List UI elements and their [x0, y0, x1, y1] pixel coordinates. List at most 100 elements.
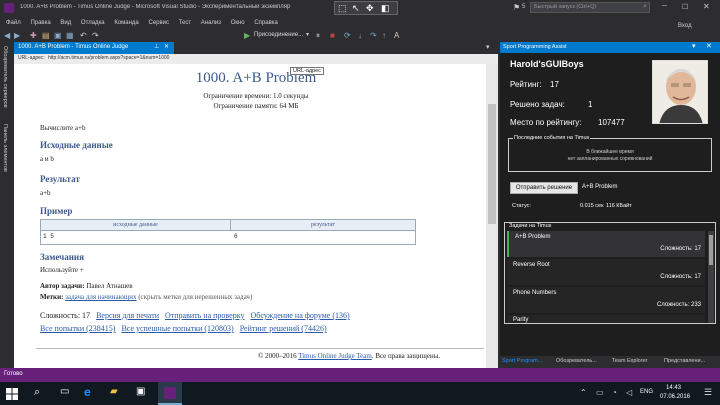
tasks-scroll-thumb[interactable] [709, 235, 713, 265]
submit-solution-button[interactable]: Отправить решение [510, 182, 578, 194]
panel-close-icon[interactable]: ✕ [706, 42, 712, 50]
notifications-icon[interactable]: ☰ [704, 387, 712, 398]
new-project-icon[interactable]: ✚ [30, 31, 37, 40]
minimize-button[interactable]: ─ [662, 3, 667, 10]
menu-edit[interactable]: Правка [30, 16, 50, 30]
stop-icon[interactable]: ■ [330, 31, 335, 40]
tasks-box: Задачи на Timus A+B Problem Сложность: 1… [504, 222, 716, 324]
store-icon[interactable]: ▣ [136, 386, 145, 397]
submit-link[interactable]: Отправить на проверку [165, 311, 244, 320]
pin-icon[interactable]: ⊥ [154, 43, 159, 50]
undo-icon[interactable]: ↶ [80, 31, 87, 40]
status-time: 0.015 сек [580, 203, 604, 209]
redo-icon[interactable]: ↷ [92, 31, 99, 40]
battery-icon[interactable]: ▭ [596, 388, 604, 397]
toolbar: ◀ ▶ ✚ ▤ ▣ ▦ ↶ ↷ ▶ Присоединение... ▾ ⏸ ■… [0, 30, 720, 42]
menu-debug[interactable]: Отладка [81, 16, 105, 30]
rail-server-explorer[interactable]: Обозреватель серверов [2, 46, 8, 108]
panel-tab-explorer[interactable]: Обозреватель... [556, 358, 597, 364]
notes-text: Используйте + [40, 266, 84, 274]
tags-label: Метки: [40, 293, 64, 301]
windows-start-icon[interactable] [6, 387, 18, 400]
attach-button[interactable]: Присоединение... [254, 32, 303, 38]
quick-launch-input[interactable]: Быстрый запуск (Ctrl+Q) [534, 4, 596, 10]
forward-icon[interactable]: ▶ [14, 31, 20, 40]
language-indicator[interactable]: ENG [640, 389, 653, 395]
clock-time[interactable]: 14:43 [666, 385, 681, 391]
tag-link[interactable]: задача для начинающих [65, 293, 136, 301]
tray-people-icon[interactable]: ⌃ [580, 388, 587, 397]
step-into-icon[interactable]: ↓ [358, 31, 362, 40]
panel-tab-team[interactable]: Team Explorer [612, 358, 647, 364]
panel-menu-icon[interactable]: ▾ [692, 42, 696, 50]
break-all-icon[interactable]: ⏸ [316, 31, 320, 41]
rail-toolbox[interactable]: Панель элементов [2, 124, 8, 172]
restart-icon[interactable]: ⟳ [344, 31, 351, 40]
ranking-link[interactable]: Рейтинг решений (74426) [240, 324, 327, 333]
vs-taskbar-button[interactable] [158, 382, 182, 405]
sample-col-input: исходные данные [41, 220, 231, 231]
move-tool-icon[interactable]: ✥ [366, 3, 374, 14]
search-icon[interactable]: ⌕ [34, 386, 40, 399]
select-tool-icon[interactable]: ⬚ [338, 3, 347, 14]
pointer-tool-icon[interactable]: ↖ [352, 3, 360, 14]
tags-line: Метки: задача для начинающих (скрыть мет… [40, 293, 252, 301]
tab-close-icon[interactable]: ✕ [164, 43, 169, 50]
save-all-icon[interactable]: ▦ [66, 31, 74, 40]
menu-help[interactable]: Справка [254, 16, 278, 30]
address-input[interactable]: http://acm.timus.ru/problem.aspx?space=1… [48, 55, 169, 61]
back-icon[interactable]: ◀ [4, 31, 10, 40]
task-view-icon[interactable]: ▭ [60, 386, 69, 397]
edge-icon[interactable]: e [84, 385, 91, 399]
panel-tab-sport[interactable]: Sport Program... [502, 358, 542, 364]
menu-analyze[interactable]: Анализ [201, 16, 221, 30]
task-item[interactable]: Parity [507, 315, 705, 323]
explorer-icon[interactable]: ▰ [110, 386, 118, 397]
footer-divider [36, 348, 484, 349]
start-icon[interactable]: ▶ [244, 31, 250, 40]
taskbar: ⌕ ▭ e ▰ ▣ ⌃ ▭ ◔ ◁ ENG 14:43 07.06.2016 ☰ [0, 382, 720, 405]
notification-icon[interactable]: ⚑ [513, 3, 520, 12]
network-icon[interactable]: ◔ [612, 388, 617, 397]
address-bar: URL-адрес: http://acm.timus.ru/problem.a… [14, 54, 498, 64]
step-out-icon[interactable]: ↑ [382, 31, 386, 40]
task-item[interactable]: Phone Numbers Сложность: 233 [507, 287, 705, 313]
more-tool-icon[interactable]: ◧ [381, 3, 390, 14]
tasks-scrollbar[interactable] [708, 231, 714, 323]
tags-hide-link[interactable]: (скрыть метки для нерешенных задач) [138, 293, 252, 301]
menu-tools[interactable]: Сервис [148, 16, 169, 30]
clock-date[interactable]: 07.06.2016 [660, 394, 690, 400]
step-over-icon[interactable]: ↷ [370, 31, 377, 40]
maximize-button[interactable]: ☐ [682, 3, 688, 11]
dropdown-icon[interactable]: ▾ [306, 31, 309, 38]
quick-launch[interactable]: Быстрый запуск (Ctrl+Q) ⌕ [530, 2, 650, 13]
task-item[interactable]: A+B Problem Сложность: 17 [507, 231, 705, 257]
menu-window[interactable]: Окно [231, 16, 245, 30]
panel-bottom-tabs: Sport Program... Обозреватель... Team Ex… [500, 356, 720, 368]
close-button[interactable]: ✕ [703, 2, 710, 11]
statement-text: Вычислите a+b [40, 124, 86, 132]
tab-menu-icon[interactable]: ▾ [486, 43, 490, 51]
menu-test[interactable]: Тест [179, 16, 191, 30]
save-icon[interactable]: ▣ [54, 31, 62, 40]
font-icon[interactable]: A [394, 31, 399, 40]
designer-toolbar: ⬚ ↖ ✥ ◧ [334, 1, 398, 15]
status-label: Статус: [512, 203, 531, 209]
print-version-link[interactable]: Версия для печати [96, 311, 159, 320]
panel-tab-view[interactable]: Представлени... [664, 358, 705, 364]
scroll-thumb[interactable] [488, 104, 496, 224]
menu-team[interactable]: Команда [114, 16, 138, 30]
all-attempts-link[interactable]: Все попытки (238415) [40, 324, 115, 333]
open-icon[interactable]: ▤ [42, 31, 50, 40]
accepted-attempts-link[interactable]: Все успешные попытки (120803) [121, 324, 233, 333]
task-name: Phone Numbers [513, 290, 557, 296]
web-scrollbar[interactable] [486, 64, 498, 368]
forum-link[interactable]: Обсуждение на форуме (136) [250, 311, 349, 320]
menu-file[interactable]: Файл [6, 16, 21, 30]
doc-tab-active[interactable]: 1000. A+B Problem - Timus Online Judge ⊥… [14, 42, 174, 54]
menu-view[interactable]: Вид [60, 16, 71, 30]
footer-team-link[interactable]: Timus Online Judge Team [298, 352, 372, 360]
volume-icon[interactable]: ◁ [626, 388, 632, 397]
task-item[interactable]: Reverse Root Сложность: 17 [507, 259, 705, 285]
solved-label: Решено задач: [510, 100, 565, 109]
